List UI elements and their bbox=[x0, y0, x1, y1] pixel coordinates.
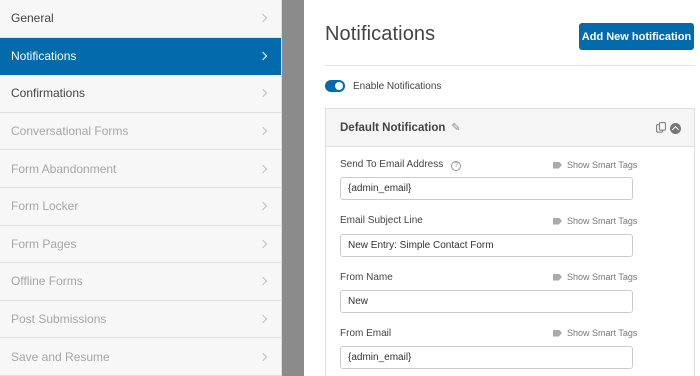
sidebar-item-notifications[interactable]: Notifications bbox=[0, 37, 281, 76]
sidebar-item-form-pages[interactable]: Form Pages bbox=[0, 226, 281, 264]
email-subject-input[interactable] bbox=[340, 234, 633, 257]
tag-icon bbox=[553, 273, 562, 281]
sidebar-item-form-abandonment[interactable]: Form Abandonment bbox=[0, 150, 281, 188]
show-smart-tags-link[interactable]: Show Smart Tags bbox=[553, 160, 637, 170]
add-new-notification-button[interactable]: Add New hotification bbox=[579, 23, 694, 50]
sidebar-item-conversational-forms[interactable]: Conversational Forms bbox=[0, 113, 281, 151]
smart-tags-label: Show Smart Tags bbox=[567, 216, 638, 226]
send-to-email-input[interactable] bbox=[340, 177, 633, 200]
chevron-right-icon bbox=[258, 314, 268, 324]
field-label-text: From Email bbox=[340, 328, 392, 339]
field-label-text: Send To Email Address bbox=[340, 159, 444, 170]
sidebar-item-label: Offline Forms bbox=[11, 274, 83, 289]
sidebar-item-form-locker[interactable]: Form Locker bbox=[0, 188, 281, 226]
from-email-label: From Email bbox=[340, 328, 391, 339]
notification-card-header[interactable]: Default Notification ✎ bbox=[326, 109, 694, 147]
from-name-label: From Name bbox=[340, 272, 393, 283]
notification-title: Default Notification bbox=[340, 121, 446, 134]
chevron-right-icon bbox=[258, 164, 268, 173]
sidebar-item-offline-forms[interactable]: Offline Forms bbox=[0, 263, 281, 301]
show-smart-tags-link[interactable]: Show Smart Tags bbox=[553, 272, 637, 282]
sidebar-item-label: Form Locker bbox=[11, 199, 79, 214]
chevron-right-icon bbox=[258, 89, 268, 98]
enable-notifications-toggle[interactable] bbox=[325, 80, 345, 92]
sidebar-item-general[interactable]: General bbox=[0, 0, 281, 38]
from-email-input[interactable] bbox=[340, 346, 633, 369]
tag-icon bbox=[553, 329, 562, 337]
sidebar-item-label: Notifications bbox=[11, 48, 77, 63]
chevron-right-icon bbox=[258, 51, 268, 61]
smart-tags-label: Show Smart Tags bbox=[567, 328, 638, 338]
collapse-icon[interactable] bbox=[670, 123, 681, 134]
toggle-knob bbox=[335, 82, 343, 90]
sidebar-item-save-and-resume[interactable]: Save and Resume bbox=[0, 338, 281, 376]
settings-sidebar: General Notifications Confirmations Conv… bbox=[0, 0, 282, 376]
chevron-right-icon bbox=[258, 202, 268, 211]
page-title: Notifications bbox=[325, 23, 436, 45]
send-to-email-label: Send To Email Address? bbox=[340, 159, 462, 171]
panel-gutter bbox=[282, 0, 304, 376]
show-smart-tags-link[interactable]: Show Smart Tags bbox=[553, 328, 637, 338]
from-name-input[interactable] bbox=[340, 290, 633, 313]
sidebar-item-label: General bbox=[11, 11, 54, 26]
notifications-panel: Notifications Add New hotification Enabl… bbox=[304, 0, 700, 376]
chevron-right-icon bbox=[258, 239, 268, 249]
sidebar-item-label: Form Pages bbox=[11, 236, 77, 251]
help-icon[interactable]: ? bbox=[451, 161, 462, 171]
tag-icon bbox=[553, 161, 562, 169]
field-label-text: Email Subject Line bbox=[340, 215, 423, 226]
sidebar-item-label: Confirmations bbox=[11, 86, 86, 101]
pencil-icon[interactable]: ✎ bbox=[451, 121, 460, 134]
email-subject-label: Email Subject Line bbox=[340, 215, 423, 226]
enable-notifications-row: Enable Notifications bbox=[325, 80, 441, 92]
smart-tags-label: Show Smart Tags bbox=[567, 272, 638, 282]
chevron-right-icon bbox=[258, 126, 268, 136]
sidebar-item-label: Form Abandonment bbox=[11, 161, 117, 176]
smart-tags-label: Show Smart Tags bbox=[567, 160, 638, 170]
enable-notifications-label: Enable Notifications bbox=[353, 80, 442, 92]
header-divider bbox=[325, 65, 695, 66]
sidebar-item-confirmations[interactable]: Confirmations bbox=[0, 75, 281, 113]
notification-card: Default Notification ✎ Send To Email Add… bbox=[325, 108, 695, 376]
show-smart-tags-link[interactable]: Show Smart Tags bbox=[553, 216, 637, 226]
chevron-right-icon bbox=[258, 277, 268, 286]
sidebar-item-label: Conversational Forms bbox=[11, 124, 129, 139]
duplicate-icon[interactable] bbox=[656, 122, 666, 133]
chevron-right-icon bbox=[258, 14, 268, 23]
sidebar-item-label: Save and Resume bbox=[11, 349, 110, 364]
chevron-right-icon bbox=[258, 352, 268, 361]
field-label-text: From Name bbox=[340, 272, 393, 283]
sidebar-item-label: Post Submissions bbox=[11, 312, 107, 327]
sidebar-item-post-submissions[interactable]: Post Submissions bbox=[0, 301, 281, 339]
tag-icon bbox=[553, 217, 562, 225]
